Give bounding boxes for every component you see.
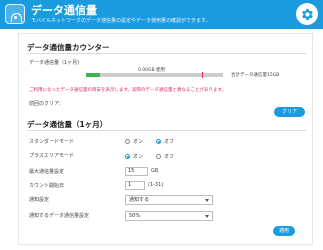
divider xyxy=(27,53,306,54)
divider xyxy=(27,130,306,131)
usage-progress-bar xyxy=(86,72,223,78)
chevron-down-icon xyxy=(205,215,209,218)
notify-label: 通知設定 xyxy=(29,197,50,203)
count-start-label: カウント開始日 xyxy=(29,183,65,189)
apply-button[interactable]: 適用 xyxy=(273,226,295,236)
chevron-down-icon xyxy=(205,199,209,202)
warning-threshold-marker xyxy=(202,72,203,78)
app-header: データ通信量 モバイルネットワークのデータ通信量の設定やデータ使用量の確認ができ… xyxy=(0,0,323,29)
radio-selected-icon xyxy=(125,154,130,159)
usage-limit-text: 合計データ通信量15GB xyxy=(231,73,280,78)
notify-select[interactable]: 通知する xyxy=(125,195,213,205)
max-usage-label: 最大通信量設定 xyxy=(29,169,65,175)
plus-area-mode-label: プラスエリアモード xyxy=(29,153,74,159)
page-subtitle: モバイルネットワークのデータ通信量の設定やデータ使用量の確認ができます。 xyxy=(31,18,211,24)
radio-label: オフ xyxy=(164,154,175,160)
radio-label: オン xyxy=(133,154,144,160)
notify-threshold-label: 通知するデータ通信量設定 xyxy=(29,213,90,219)
settings-panel: データ通信量カウンター データ通信量（1ヶ月) 0.00GB 使用 合計データ通… xyxy=(18,33,313,245)
standard-mode-label: スタンダードモード xyxy=(29,139,75,145)
radio-icon xyxy=(125,139,130,144)
counter-section-title: データ通信量カウンター xyxy=(27,43,110,52)
max-usage-unit: GB xyxy=(151,168,159,174)
count-start-input[interactable]: 1 xyxy=(125,181,145,190)
usage-label: データ通信量（1ヶ月) xyxy=(29,60,80,66)
clear-button[interactable]: クリア xyxy=(274,107,305,117)
radio-label: オン xyxy=(133,139,144,145)
radio-selected-icon xyxy=(156,139,161,144)
usage-disclaimer: ご利用になったデータ通信量の目安を表示します。実際のデータ通信量と異なることがあ… xyxy=(29,88,227,93)
monthly-section-title: データ通信量（1ヶ月） xyxy=(27,120,108,129)
gear-icon xyxy=(301,8,313,20)
standard-mode-on-radio[interactable]: オン xyxy=(125,138,143,145)
radio-icon xyxy=(156,154,161,159)
page-title: データ通信量 xyxy=(31,4,97,17)
max-usage-input[interactable]: 15 xyxy=(125,167,148,176)
settings-button[interactable] xyxy=(296,3,318,25)
plus-area-mode-on-radio[interactable]: オン xyxy=(125,153,143,160)
count-start-range: (1-31) xyxy=(148,182,164,188)
radio-label: オフ xyxy=(164,139,175,145)
notify-selected-value: 通知する xyxy=(129,197,150,203)
notify-threshold-selected-value: 50% xyxy=(129,213,141,219)
usage-progress-fill xyxy=(86,73,100,77)
notify-threshold-select[interactable]: 50% xyxy=(125,211,213,221)
plus-area-mode-off-radio[interactable]: オフ xyxy=(156,153,174,160)
standard-mode-off-radio[interactable]: オフ xyxy=(156,138,174,145)
speedometer-icon xyxy=(5,4,25,24)
last-clear-label: 前回のクリア: xyxy=(29,101,61,107)
